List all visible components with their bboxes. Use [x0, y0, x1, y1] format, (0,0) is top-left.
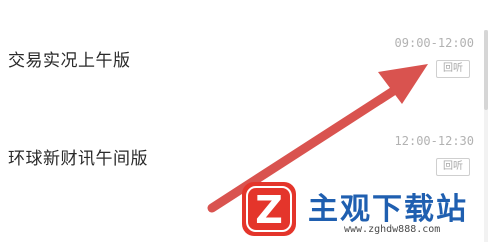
watermark-logo-icon: Z [242, 182, 296, 236]
watermark-url: www.zghdw888.com [344, 224, 441, 235]
watermark-logo-letter: Z [255, 188, 283, 232]
watermark-name: 主观下载站 [308, 192, 468, 227]
watermark: Z 主观下载站 www.zghdw888.com [232, 176, 488, 242]
